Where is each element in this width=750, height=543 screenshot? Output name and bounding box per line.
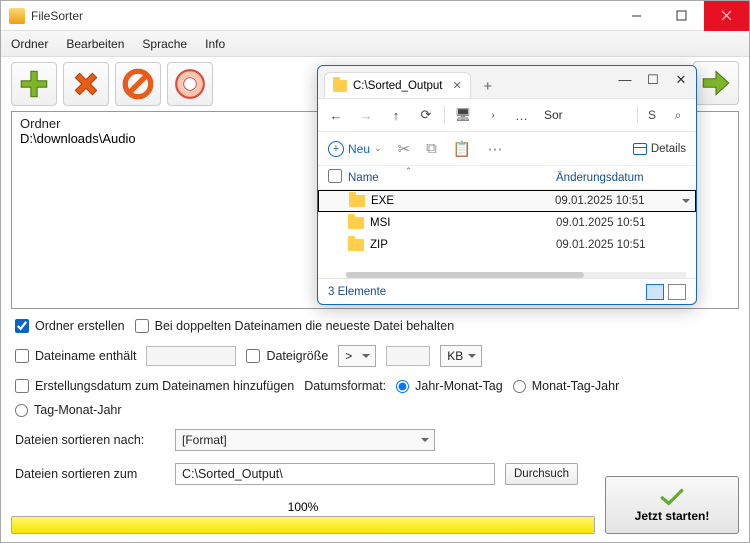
explorer-tab[interactable]: C:\Sorted_Output ✕ (324, 72, 471, 98)
app-icon (9, 8, 25, 24)
new-tab-button[interactable]: + (475, 74, 501, 98)
filesize-unit-select[interactable]: KB (440, 345, 482, 367)
dateformat-mdy[interactable]: Monat-Tag-Jahr (513, 379, 620, 393)
explorer-close-icon[interactable]: ✕ (672, 72, 690, 88)
file-date: 09.01.2025 10:51 (556, 217, 686, 229)
help-button[interactable] (167, 62, 213, 106)
run-arrow-button[interactable] (693, 61, 739, 105)
menu-edit[interactable]: Bearbeiten (66, 37, 124, 51)
progress-bar (11, 516, 595, 534)
select-all-checkbox[interactable] (328, 169, 342, 183)
view-icons-icon[interactable] (668, 284, 686, 300)
explorer-file-list[interactable]: EXE09.01.2025 10:51MSI09.01.2025 10:51ZI… (318, 190, 696, 270)
close-button[interactable] (704, 1, 749, 31)
copy-icon[interactable]: ⧉ (426, 140, 437, 157)
column-name[interactable]: Name⌃ (348, 172, 556, 184)
start-button[interactable]: Jetzt starten! (605, 476, 739, 534)
filename-contains-checkbox[interactable]: Dateiname enthält (15, 349, 136, 363)
dateformat-dmy[interactable]: Tag-Monat-Jahr (15, 403, 122, 417)
maximize-button[interactable] (659, 1, 704, 31)
table-row[interactable]: EXE 09.01.2025 10:51 (318, 190, 696, 212)
up-icon[interactable]: ↑ (388, 107, 404, 123)
menu-folder[interactable]: Ordner (11, 37, 48, 51)
filesize-checkbox[interactable]: Dateigröße (246, 349, 328, 363)
explorer-maximize-icon[interactable]: ☐ (644, 72, 662, 88)
more-crumb-icon[interactable]: … (515, 108, 530, 123)
file-date: 09.01.2025 10:51 (555, 195, 685, 207)
menu-language[interactable]: Sprache (142, 37, 187, 51)
file-name: MSI (370, 217, 390, 229)
cut-icon[interactable]: ✂ (398, 140, 411, 158)
options-panel: Ordner erstellen Bei doppelten Dateiname… (1, 309, 749, 503)
explorer-navbar: ← → ↑ ⟳ 🖥 › … Sor S ⌕ (318, 98, 696, 132)
pc-icon[interactable]: 🖥 (455, 107, 471, 123)
search-icon[interactable]: ⌕ (670, 107, 686, 123)
menu-info[interactable]: Info (205, 37, 225, 51)
explorer-minimize-icon[interactable]: — (616, 72, 634, 88)
back-icon[interactable]: ← (328, 107, 344, 123)
folder-icon (333, 80, 347, 92)
menubar: Ordner Bearbeiten Sprache Info (1, 31, 749, 57)
table-row[interactable]: MSI 09.01.2025 10:51 (318, 212, 696, 234)
add-date-checkbox[interactable]: Erstellungsdatum zum Dateinamen hinzufüg… (15, 379, 294, 393)
search-label: S (648, 108, 656, 122)
filesize-value-input[interactable] (386, 346, 430, 366)
sort-by-label: Dateien sortieren nach: (15, 433, 165, 447)
paste-icon[interactable]: 📋 (453, 140, 472, 158)
window-title: FileSorter (31, 9, 614, 23)
view-details-icon[interactable] (646, 284, 664, 300)
folder-icon (348, 239, 364, 251)
file-name: ZIP (370, 239, 388, 251)
minimize-button[interactable] (614, 1, 659, 31)
explorer-toolbar: +Neu⌄ ✂ ⧉ 📋 ⋯ Details (318, 132, 696, 166)
new-button[interactable]: +Neu⌄ (328, 141, 382, 157)
progress-percent: 100% (11, 500, 595, 514)
status-count: 3 Elemente (328, 286, 386, 298)
folder-icon (349, 195, 365, 207)
add-folder-button[interactable] (11, 62, 57, 106)
explorer-statusbar: 3 Elemente (318, 278, 696, 304)
tab-close-icon[interactable]: ✕ (453, 79, 462, 92)
breadcrumb[interactable]: Sor (544, 108, 563, 122)
footer: 100% Jetzt starten! (11, 476, 739, 534)
keep-newest-checkbox[interactable]: Bei doppelten Dateinamen die neueste Dat… (135, 319, 455, 333)
details-toggle[interactable]: Details (633, 143, 686, 155)
titlebar: FileSorter (1, 1, 749, 31)
filename-contains-input[interactable] (146, 346, 236, 366)
explorer-columns: Name⌃ Änderungsdatum (318, 166, 696, 190)
explorer-tab-title: C:\Sorted_Output (353, 80, 443, 92)
file-date: 09.01.2025 10:51 (556, 239, 686, 251)
more-icon[interactable]: ⋯ (488, 140, 503, 158)
create-folder-checkbox[interactable]: Ordner erstellen (15, 319, 125, 333)
dateformat-label: Datumsformat: (304, 379, 386, 393)
remove-button[interactable] (63, 62, 109, 106)
chevron-right-icon[interactable]: › (485, 107, 501, 123)
explorer-window[interactable]: — ☐ ✕ C:\Sorted_Output ✕ + ← → ↑ ⟳ 🖥 › …… (317, 65, 697, 305)
forward-icon[interactable]: → (358, 107, 374, 123)
file-name: EXE (371, 195, 394, 207)
table-row[interactable]: ZIP 09.01.2025 10:51 (318, 234, 696, 256)
folder-icon (348, 217, 364, 229)
refresh-icon[interactable]: ⟳ (418, 107, 434, 123)
filesize-op-select[interactable]: > (338, 345, 376, 367)
dateformat-ymd[interactable]: Jahr-Monat-Tag (396, 379, 503, 393)
column-date[interactable]: Änderungsdatum (556, 172, 686, 184)
sort-by-select[interactable]: [Format] (175, 429, 435, 451)
clear-button[interactable] (115, 62, 161, 106)
start-button-label: Jetzt starten! (635, 509, 710, 523)
